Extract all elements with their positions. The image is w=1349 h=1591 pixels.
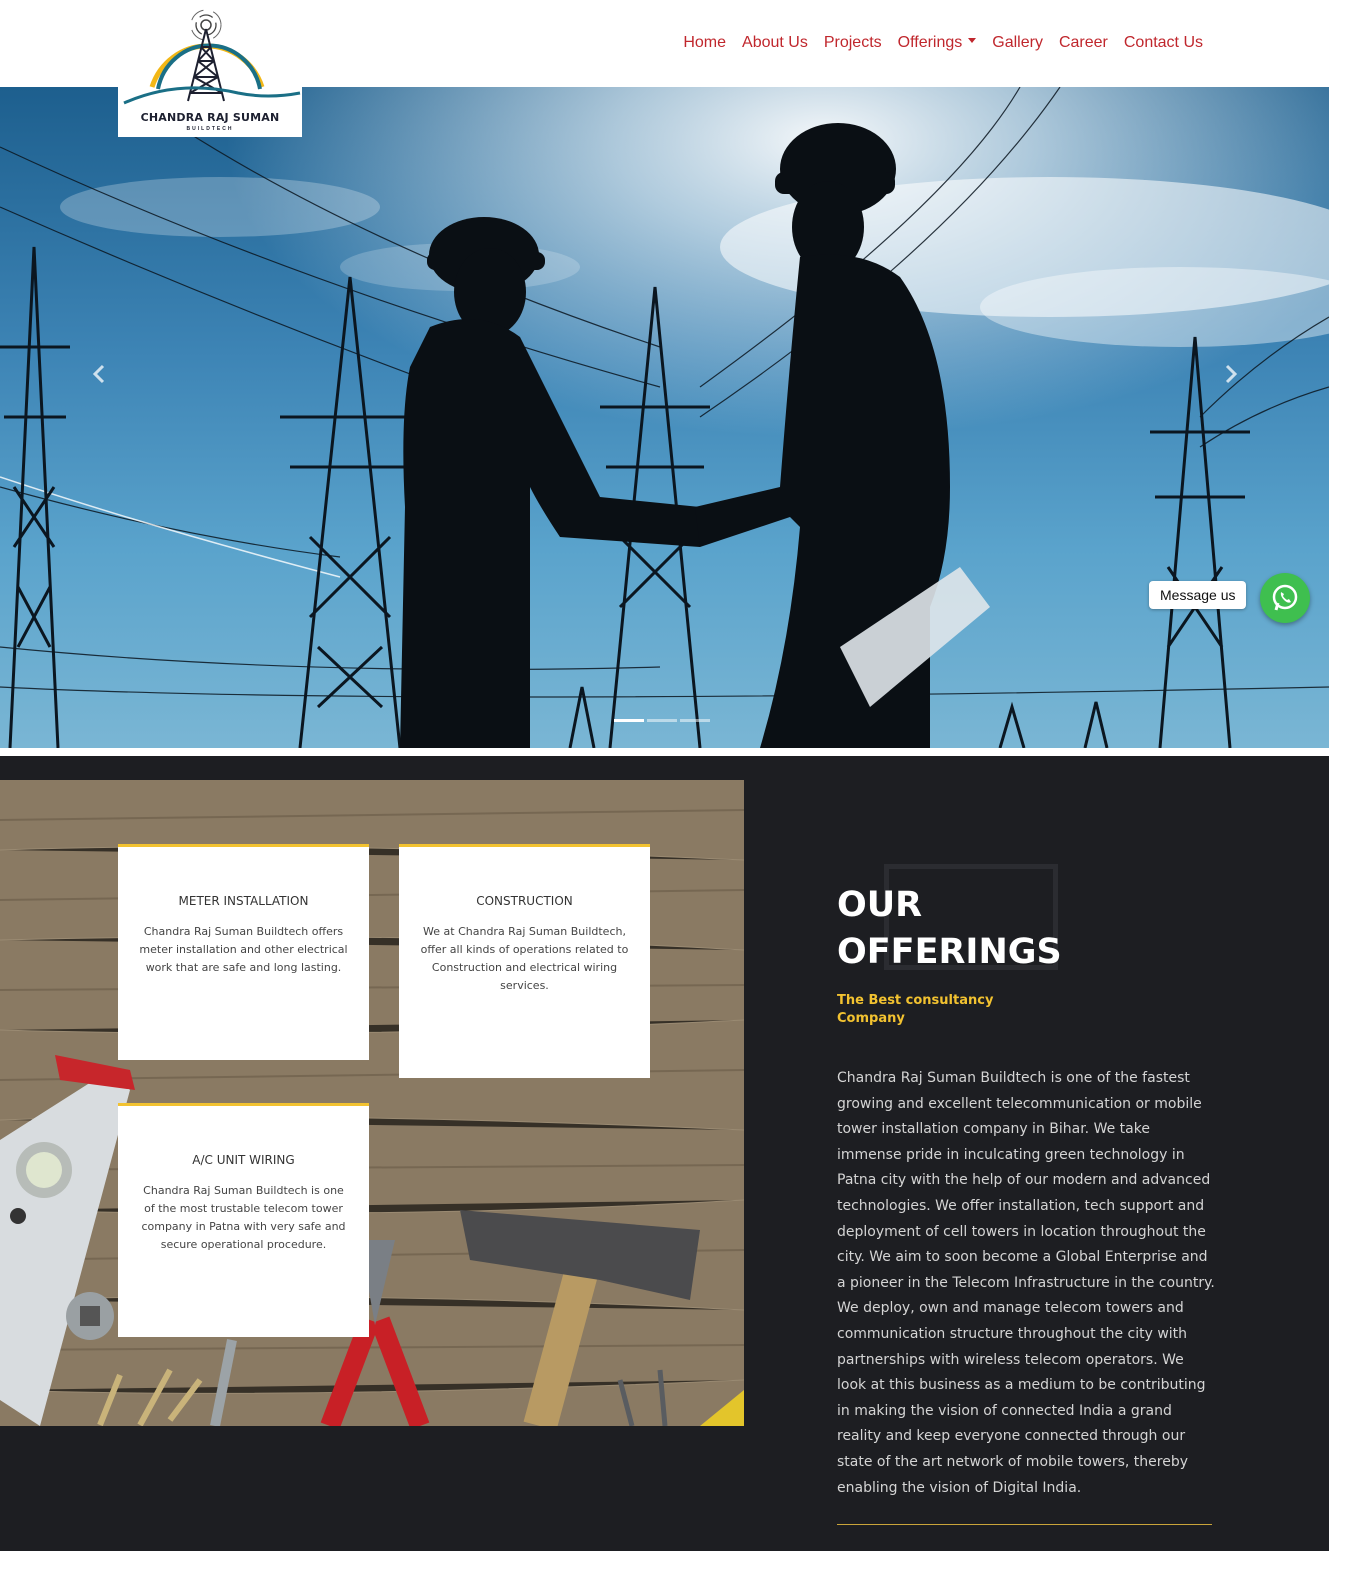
card-title: CONSTRUCTION	[476, 894, 573, 908]
nav-offerings-label: Offerings	[897, 34, 963, 51]
carousel-indicator-2[interactable]	[647, 719, 677, 722]
nav-contact-us[interactable]: Contact Us	[1124, 34, 1203, 52]
carousel-next-button[interactable]	[1218, 362, 1242, 386]
main-nav: Home About Us Projects Offerings Gallery…	[683, 34, 1203, 52]
card-text: We at Chandra Raj Suman Buildtech, offer…	[420, 925, 629, 992]
card-title: A/C UNIT WIRING	[192, 1153, 295, 1167]
offering-card-construction[interactable]: CONSTRUCTION We at Chandra Raj Suman Bui…	[399, 844, 650, 1078]
nav-projects[interactable]: Projects	[824, 34, 882, 52]
hero-carousel	[0, 87, 1329, 748]
offerings-subheading: The Best consultancy Company	[837, 993, 994, 1026]
offerings-description: Chandra Raj Suman Buildtech is one of th…	[837, 1070, 1215, 1496]
caret-down-icon	[968, 38, 977, 44]
offerings-section: METER INSTALLATION Chandra Raj Suman Bui…	[0, 756, 1329, 1551]
card-text: Chandra Raj Suman Buildtech is one of th…	[141, 1184, 346, 1251]
site-header: CHANDRA RAJ SUMAN BUILDTECH Home About U…	[0, 0, 1349, 137]
offering-card-ac-unit-wiring[interactable]: A/C UNIT WIRING Chandra Raj Suman Buildt…	[118, 1103, 369, 1337]
nav-gallery[interactable]: Gallery	[992, 34, 1043, 52]
whatsapp-button[interactable]	[1260, 573, 1310, 623]
section-divider	[837, 1524, 1212, 1525]
hero-image	[0, 87, 1329, 748]
carousel-prev-button[interactable]	[88, 362, 112, 386]
card-title: METER INSTALLATION	[178, 894, 309, 908]
brand-name: CHANDRA RAJ SUMAN	[140, 111, 280, 124]
nav-career[interactable]: Career	[1059, 34, 1108, 52]
tower-logo-icon	[123, 9, 301, 105]
nav-home[interactable]: Home	[683, 34, 726, 52]
offering-card-meter-installation[interactable]: METER INSTALLATION Chandra Raj Suman Bui…	[118, 844, 369, 1060]
whatsapp-icon	[1272, 584, 1298, 611]
carousel-indicator-1[interactable]	[614, 719, 644, 722]
carousel-indicator-3[interactable]	[680, 719, 710, 722]
card-text: Chandra Raj Suman Buildtech offers meter…	[139, 925, 348, 974]
carousel-indicators	[614, 719, 710, 722]
chevron-right-icon	[1225, 364, 1238, 384]
nav-about-us[interactable]: About Us	[742, 34, 808, 52]
offerings-heading: OUR OFFERINGS	[837, 885, 1062, 972]
brand-logo[interactable]: CHANDRA RAJ SUMAN BUILDTECH	[118, 7, 302, 137]
tools-background-image: METER INSTALLATION Chandra Raj Suman Bui…	[0, 780, 744, 1426]
nav-offerings[interactable]: Offerings	[898, 34, 977, 52]
whatsapp-message-label[interactable]: Message us	[1149, 581, 1247, 609]
brand-tagline: BUILDTECH	[186, 126, 234, 132]
chevron-left-icon	[92, 364, 105, 384]
